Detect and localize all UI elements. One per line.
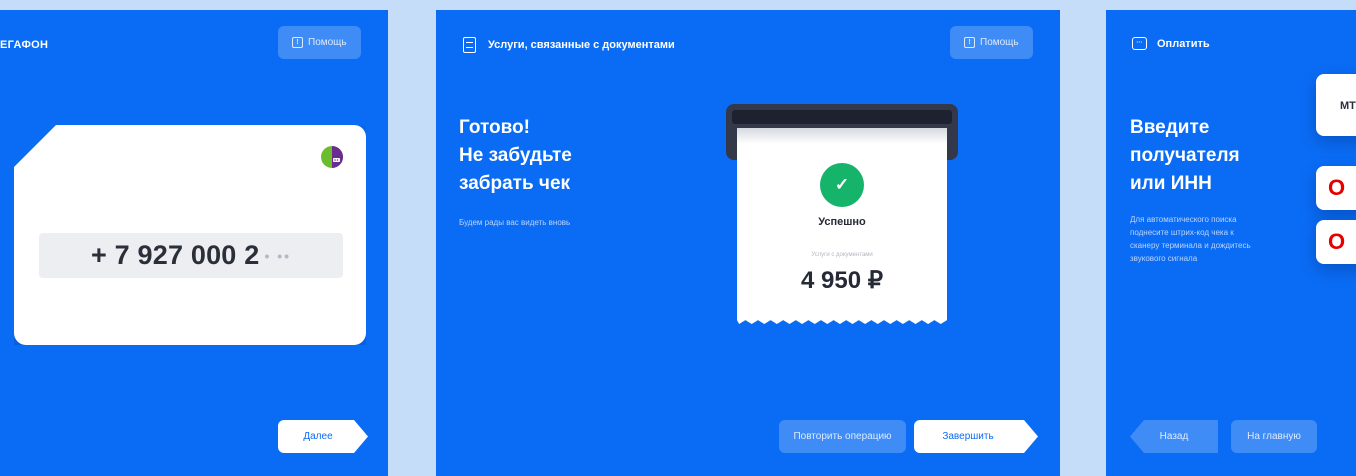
- screen-enter-phone: ЕГАФОН ! Помощь + 7 927 000 2 • •• Далее: [0, 10, 388, 476]
- heading-line: Не забудьте: [459, 145, 572, 166]
- heading-line: или ИНН: [1130, 173, 1212, 194]
- megafon-logo-icon: [321, 146, 343, 168]
- operator-brand: ЕГАФОН: [0, 39, 49, 51]
- vodafone-logo-icon: O: [1328, 175, 1346, 200]
- finish-label: Завершить: [942, 431, 994, 442]
- heading-line: Готово!: [459, 117, 530, 138]
- hint-line: сканеру терминала и дождитесь: [1130, 241, 1251, 250]
- hint-line: поднесите штрих-код чека к: [1130, 228, 1234, 237]
- operator-card-vodafone[interactable]: O: [1316, 166, 1356, 210]
- receipt-shadow: [737, 128, 947, 144]
- back-label: Назад: [1159, 431, 1189, 442]
- operator-card-vodafone-2[interactable]: O: [1316, 220, 1356, 264]
- page-heading: Готово! Не забудьте забрать чек: [459, 114, 572, 198]
- sim-card-corner: [14, 125, 56, 167]
- heading-line: получателя: [1130, 145, 1240, 166]
- help-button[interactable]: ! Помощь: [950, 26, 1033, 59]
- printer-slot: [732, 110, 952, 124]
- sim-card: + 7 927 000 2 • ••: [14, 125, 366, 345]
- finish-button[interactable]: Завершить: [914, 420, 1038, 453]
- chat-icon: ···: [1132, 37, 1147, 50]
- screen-title-text: Услуги, связанные с документами: [488, 39, 675, 51]
- screen-title: ··· Оплатить: [1132, 37, 1210, 50]
- document-icon: [463, 37, 476, 53]
- receipt-amount: 4 950 ₽: [801, 267, 883, 294]
- screen-title-text: Оплатить: [1157, 37, 1210, 50]
- scan-hint: Для автоматического поиска поднесите штр…: [1130, 213, 1251, 265]
- operator-card-mts[interactable]: МТ: [1316, 74, 1356, 136]
- vodafone-logo-icon: O: [1328, 229, 1346, 254]
- next-button[interactable]: Далее: [278, 420, 368, 453]
- help-icon: !: [292, 37, 303, 48]
- help-label: Помощь: [308, 37, 347, 48]
- next-label: Далее: [303, 431, 333, 442]
- receipt: ✓ Успешно Услуги с документами 4 950 ₽: [737, 128, 947, 324]
- help-label: Помощь: [980, 37, 1019, 48]
- help-icon: !: [964, 37, 975, 48]
- heading-line: забрать чек: [459, 173, 571, 194]
- page-heading: Введите получателя или ИНН: [1130, 114, 1240, 198]
- hint-line: звукового сигнала: [1130, 254, 1198, 263]
- repeat-label: Повторить операцию: [793, 431, 892, 442]
- hint-line: Для автоматического поиска: [1130, 215, 1237, 224]
- phone-number-value: + 7 927 000 2: [90, 240, 260, 270]
- phone-masked-digits: • ••: [264, 247, 292, 264]
- screen-payment-done: Услуги, связанные с документами ! Помощь…: [436, 10, 1060, 476]
- farewell-text: Будем рады вас видеть вновь: [459, 218, 571, 227]
- receipt-status: Успешно: [818, 216, 866, 228]
- operator-label: МТ: [1340, 100, 1356, 112]
- repeat-operation-button[interactable]: Повторить операцию: [779, 420, 906, 453]
- help-button[interactable]: ! Помощь: [278, 26, 361, 59]
- home-button[interactable]: На главную: [1231, 420, 1317, 453]
- screen-enter-recipient: ··· Оплатить Введите получателя или ИНН …: [1106, 10, 1356, 476]
- back-button[interactable]: Назад: [1130, 420, 1218, 453]
- heading-line: Введите: [1130, 117, 1210, 138]
- screen-title: Услуги, связанные с документами: [463, 37, 675, 53]
- home-label: На главную: [1247, 431, 1301, 442]
- phone-number-field[interactable]: + 7 927 000 2 • ••: [39, 233, 343, 278]
- receipt-service: Услуги с документами: [811, 252, 873, 258]
- success-check-icon: ✓: [820, 163, 864, 207]
